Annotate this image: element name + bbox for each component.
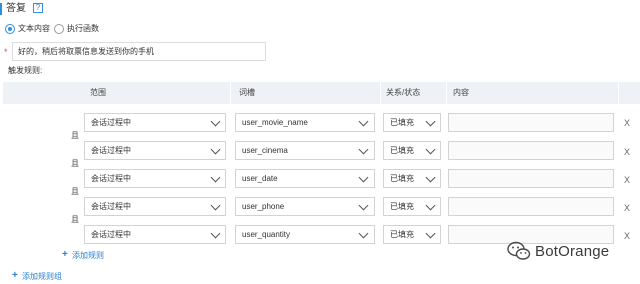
and-connector: 且 [71,131,79,140]
header-divider [380,82,381,104]
scope-select[interactable]: 会话过程中 [84,141,226,160]
and-connector: 且 [71,187,79,196]
plus-icon[interactable]: + [62,250,68,260]
header-divider [618,82,619,104]
content-input[interactable] [448,113,614,132]
scope-select[interactable]: 会话过程中 [84,197,226,216]
help-icon[interactable]: ? [33,3,43,13]
text-content-radio-label[interactable]: 文本内容 [18,24,50,34]
execute-function-radio[interactable] [54,24,64,34]
slot-select[interactable]: user_date [235,169,375,188]
wechat-icon [507,241,531,260]
slot-select[interactable]: user_quantity [235,225,375,244]
delete-row-button[interactable]: X [624,175,630,185]
header-content: 内容 [453,88,469,97]
delete-row-button[interactable]: X [624,231,630,241]
add-rule-link[interactable]: 添加规则 [72,251,104,261]
reply-text-input[interactable]: 好的，稍后将取票信息发送到你的手机 [12,42,266,61]
header-divider [230,82,231,104]
content-input[interactable] [448,141,614,160]
content-input[interactable] [448,225,614,244]
slot-select[interactable]: user_phone [235,197,375,216]
delete-row-button[interactable]: X [624,203,630,213]
plus-icon[interactable]: + [12,271,18,281]
header-relation: 关系/状态 [386,88,421,97]
required-mark: * [4,47,8,57]
scope-select[interactable]: 会话过程中 [84,113,226,132]
slot-select[interactable]: user_cinema [235,141,375,160]
header-scope: 范围 [90,88,106,97]
content-input[interactable] [448,169,614,188]
header-slot: 词槽 [239,88,255,97]
header-divider [446,82,447,104]
add-rule-group-link[interactable]: 添加规则组 [22,272,62,282]
trigger-rules-label: 触发规则: [8,66,43,75]
scope-select[interactable]: 会话过程中 [84,169,226,188]
delete-row-button[interactable]: X [624,147,630,157]
execute-function-radio-label[interactable]: 执行函数 [67,24,99,34]
text-content-radio[interactable] [5,24,15,34]
and-connector: 且 [71,159,79,168]
section-accent-bar [0,3,2,15]
slot-select[interactable]: user_movie_name [235,113,375,132]
content-input[interactable] [448,197,614,216]
answer-section-title: 答复 [6,3,26,14]
watermark-text: BotOrange [535,243,610,260]
delete-row-button[interactable]: X [624,118,630,128]
scope-select[interactable]: 会话过程中 [84,225,226,244]
and-connector: 且 [71,215,79,224]
